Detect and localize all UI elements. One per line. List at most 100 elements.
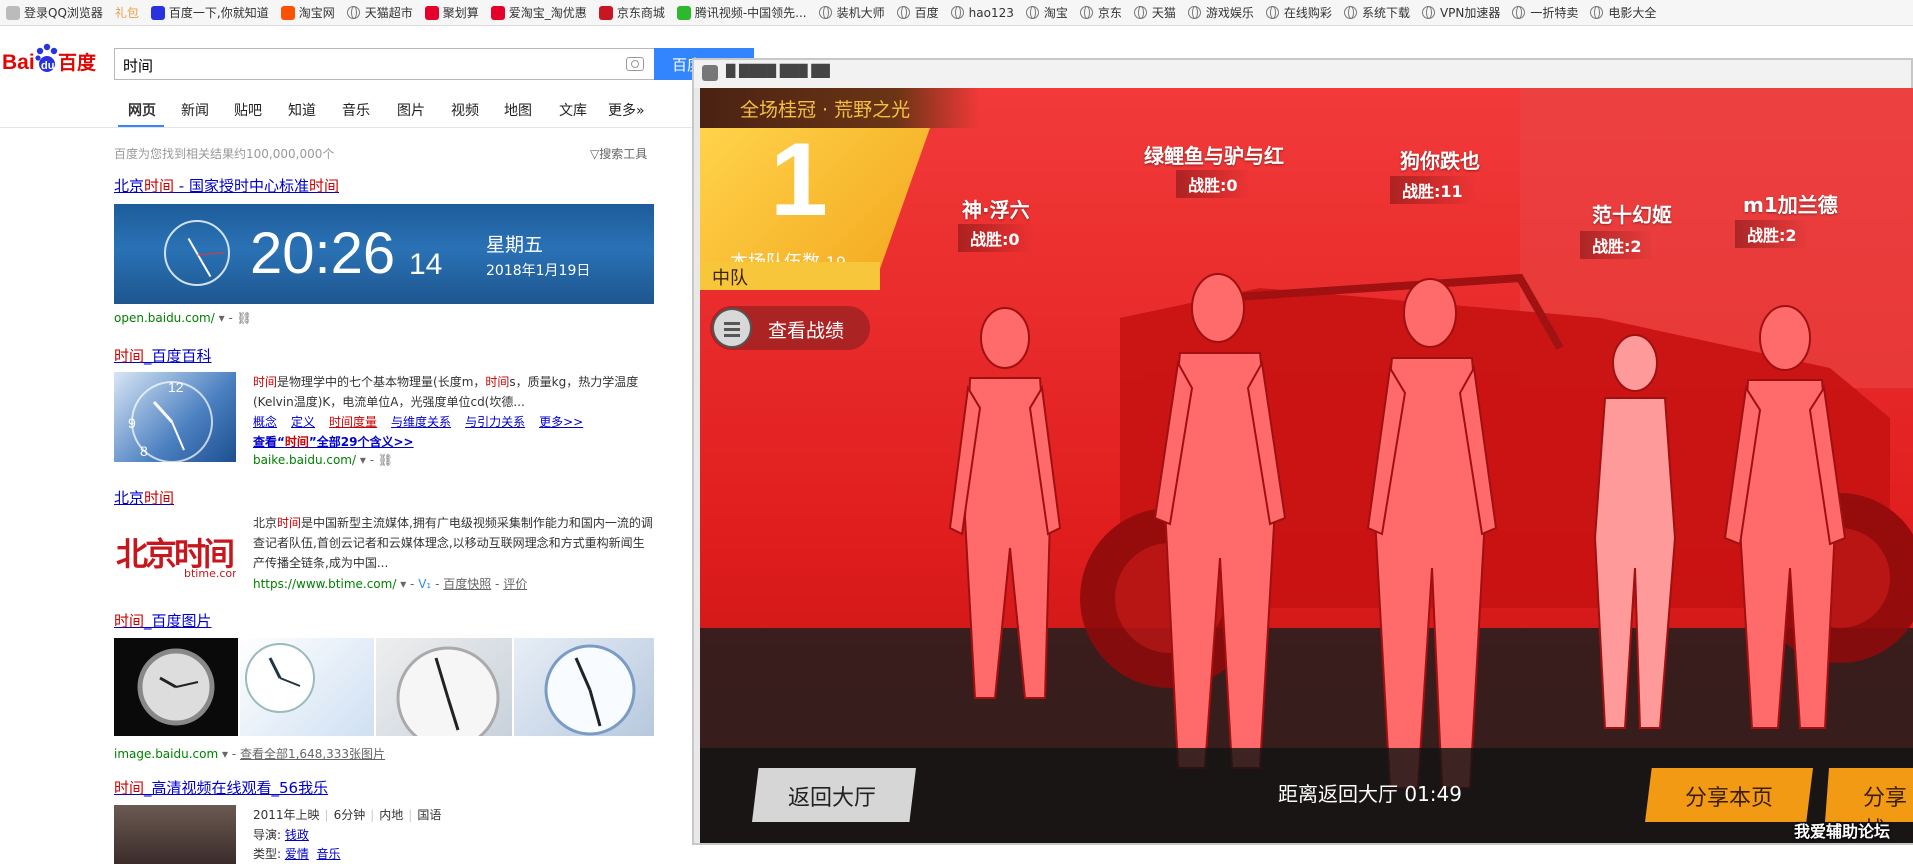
- sublink-concept[interactable]: 概念: [253, 415, 277, 429]
- mode-banner: 全场桂冠 · 荒野之光: [700, 88, 980, 128]
- tab-more[interactable]: 更多»: [608, 100, 645, 120]
- tab-wenku[interactable]: 文库: [559, 100, 587, 120]
- camera-icon[interactable]: [626, 57, 644, 71]
- player-wins-2: 战胜:0: [1176, 170, 1250, 198]
- tab-map[interactable]: 地图: [504, 100, 532, 120]
- share-page-button[interactable]: 分享本页: [1645, 768, 1813, 822]
- logo-baidu-cn: 百度: [58, 51, 97, 74]
- bookmark-label: 电影大全: [1608, 6, 1657, 20]
- result-title-1[interactable]: 北京时间 - 国家授时中心标准时间: [114, 175, 339, 196]
- sublink-dimension[interactable]: 与维度关系: [391, 415, 451, 429]
- tab-music[interactable]: 音乐: [342, 100, 370, 120]
- bookmark-item[interactable]: 系统下载: [1343, 4, 1410, 21]
- share-stats-button[interactable]: 分享战: [1825, 768, 1913, 822]
- tab-news[interactable]: 新闻: [181, 100, 209, 120]
- sublink-more[interactable]: 更多>>: [539, 415, 583, 429]
- game-window-title: █ ████ ███ ██: [726, 64, 830, 78]
- result-title-2[interactable]: 时间_百度百科: [114, 345, 212, 366]
- result-title-4[interactable]: 时间_百度图片: [114, 610, 212, 631]
- image-result-4[interactable]: [514, 638, 654, 736]
- video-thumbnail[interactable]: [114, 805, 236, 864]
- cache-link[interactable]: 百度快照: [443, 577, 491, 591]
- bookmark-item[interactable]: 礼包: [115, 4, 139, 21]
- bookmark-label: 京东: [1097, 6, 1122, 20]
- bookmark-item[interactable]: 聚划算: [424, 4, 479, 21]
- bookmark-item[interactable]: 淘宝: [1025, 4, 1068, 21]
- result-url-4[interactable]: image.baidu.com ▾ - 查看全部1,648,333张图片: [114, 745, 385, 762]
- bookmark-label: 系统下载: [1361, 6, 1410, 20]
- bookmark-label: 百度一下,你就知道: [168, 6, 269, 20]
- bookmark-label: 天猫: [1151, 6, 1176, 20]
- sublink-measure[interactable]: 时间度量: [329, 415, 377, 429]
- bookmark-item[interactable]: 淘宝网: [280, 4, 335, 21]
- all-meanings-link[interactable]: 查看“时间”全部29个含义>>: [253, 433, 414, 450]
- bookmark-item[interactable]: 装机大师: [818, 4, 885, 21]
- baidu-logo[interactable]: Bai du 百度: [2, 38, 106, 78]
- bookmark-item[interactable]: 电影大全: [1590, 4, 1656, 21]
- bookmark-item[interactable]: 百度: [896, 4, 939, 21]
- bookmark-item[interactable]: 京东: [1079, 4, 1122, 21]
- search-tools-button[interactable]: ▽搜索工具: [590, 145, 647, 162]
- bookmark-item[interactable]: 腾讯视频-中国领先...: [676, 4, 807, 21]
- time-card: 20:26 14 星期五 2018年1月19日: [114, 204, 654, 304]
- player-wins-1: 战胜:0: [958, 224, 1032, 252]
- image-result-3[interactable]: [376, 638, 512, 736]
- clock-thumbnail[interactable]: 9 8 12: [114, 372, 236, 462]
- search-input[interactable]: 时间: [114, 48, 654, 80]
- tab-video[interactable]: 视频: [451, 100, 479, 120]
- bookmark-item[interactable]: VPN加速器: [1421, 4, 1501, 21]
- character-4: [1593, 334, 1677, 729]
- bookmark-label: VPN加速器: [1439, 6, 1501, 20]
- bookmark-item[interactable]: hao123: [950, 6, 1014, 20]
- result-url-1[interactable]: open.baidu.com/ ▾ - ⛓: [114, 311, 252, 325]
- type-link-romance[interactable]: 爱情: [285, 847, 309, 861]
- baidu-paw-icon: du: [35, 43, 58, 72]
- watermark: 我爱辅助论坛: [1794, 822, 1891, 841]
- result-url-3[interactable]: https://www.btime.com/ ▾ - V₁ - 百度快照 - 评…: [253, 575, 527, 592]
- user-icon: [6, 5, 20, 20]
- bookmark-item[interactable]: 爱淘宝_淘优惠: [490, 4, 587, 21]
- tab-images[interactable]: 图片: [397, 100, 425, 120]
- image-result-1[interactable]: [114, 638, 238, 736]
- sublink-gravity[interactable]: 与引力关系: [465, 415, 525, 429]
- baidu-paw-icon: [150, 5, 165, 20]
- game-titlebar[interactable]: █ ████ ███ ██: [694, 60, 1911, 88]
- bookmark-item[interactable]: 在线购彩: [1265, 4, 1332, 21]
- bookmark-item[interactable]: 京东商城: [598, 4, 665, 21]
- image-result-2[interactable]: [240, 638, 374, 736]
- bookmark-item[interactable]: 天猫超市: [346, 4, 413, 21]
- bookmark-label: 爱淘宝_淘优惠: [508, 6, 587, 20]
- bookmark-item[interactable]: 百度一下,你就知道: [150, 4, 269, 21]
- btime-logo[interactable]: 北京时间 btime.com: [114, 515, 236, 590]
- director-link[interactable]: 钱政: [285, 828, 309, 842]
- bookmark-label: 淘宝网: [298, 6, 335, 20]
- bookmark-item[interactable]: 一折特卖: [1512, 4, 1578, 21]
- current-time: 20:26: [250, 221, 396, 286]
- svg-text:du: du: [41, 60, 54, 72]
- all-images-link[interactable]: 查看全部1,648,333张图片: [240, 747, 385, 761]
- view-stats-button[interactable]: 查看战绩: [710, 306, 870, 350]
- character-1: [948, 307, 1062, 699]
- result-title-3[interactable]: 北京时间: [114, 487, 174, 508]
- review-link[interactable]: 评价: [503, 577, 527, 591]
- sublink-definition[interactable]: 定义: [291, 415, 315, 429]
- tab-web[interactable]: 网页: [128, 100, 156, 120]
- juhuasuan-icon: [424, 5, 439, 20]
- taobao-icon: [280, 5, 295, 20]
- bookmark-item[interactable]: 天猫: [1133, 4, 1176, 21]
- type-link-music[interactable]: 音乐: [317, 847, 341, 861]
- tab-zhidao[interactable]: 知道: [288, 100, 316, 120]
- result-url-2[interactable]: baike.baidu.com/ ▾ - ⛓: [253, 453, 393, 467]
- bookmark-item[interactable]: 登录QQ浏览器: [6, 4, 103, 21]
- player-name-1: 神·浮六: [962, 198, 1030, 222]
- game-window[interactable]: █ ████ ███ ██ 全场桂冠 · 荒野之光 1 中队 查看战绩 神·浮六…: [692, 58, 1913, 845]
- player-name-2: 绿鲤鱼与驴与红: [1144, 144, 1284, 168]
- game-screen[interactable]: 全场桂冠 · 荒野之光 1 本场队伍数 19 中队 查看战绩 神·浮六 战胜:0…: [700, 88, 1913, 843]
- bookmark-item[interactable]: 游戏娱乐: [1187, 4, 1254, 21]
- rank-number: 1: [770, 122, 828, 238]
- search-query[interactable]: 时间: [123, 55, 153, 76]
- tab-tieba[interactable]: 贴吧: [234, 100, 262, 120]
- calendar-clock-image: 98 12: [128, 379, 213, 462]
- back-to-lobby-button[interactable]: 返回大厅: [752, 768, 916, 822]
- result-title-5[interactable]: 时间_高清视频在线观看_56我乐: [114, 777, 328, 798]
